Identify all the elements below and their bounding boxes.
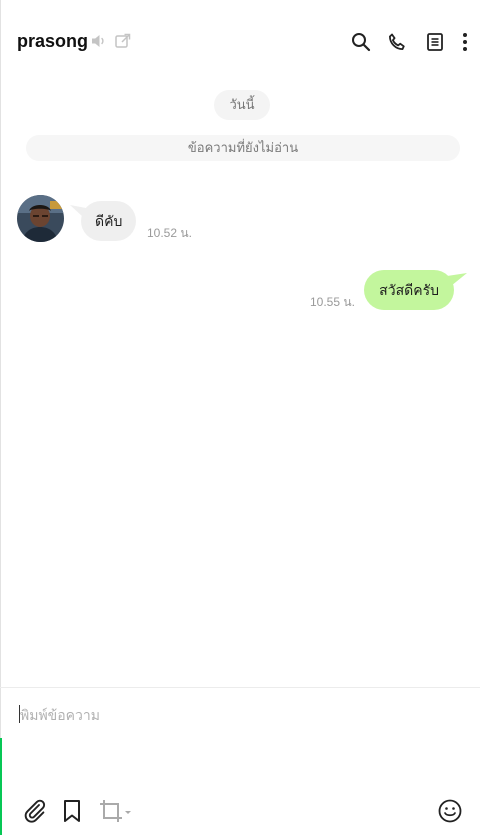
- phone-icon[interactable]: [386, 31, 408, 53]
- search-icon[interactable]: [350, 31, 372, 53]
- message-timestamp: 10.55 น.: [310, 295, 355, 309]
- bookmark-icon[interactable]: [59, 798, 85, 824]
- screen-capture-icon[interactable]: [98, 798, 134, 824]
- composer-divider: [0, 687, 480, 688]
- unread-messages-divider: ข้อความที่ยังไม่อ่าน: [26, 135, 460, 161]
- contact-avatar[interactable]: [17, 195, 64, 242]
- more-menu-icon[interactable]: [455, 31, 475, 53]
- incoming-message-bubble[interactable]: ดีคับ: [81, 201, 137, 241]
- date-separator: วันนี้: [214, 90, 270, 120]
- speaker-muted-icon[interactable]: [90, 32, 108, 50]
- chat-header: prasong: [0, 0, 480, 84]
- message-input[interactable]: [20, 700, 460, 730]
- window-left-border: [0, 0, 1, 835]
- active-panel-accent: [0, 738, 2, 835]
- contact-name[interactable]: prasong: [17, 31, 88, 52]
- notes-icon[interactable]: [424, 31, 446, 53]
- outgoing-message-bubble[interactable]: สวัสดีครับ: [364, 270, 454, 310]
- emoji-icon[interactable]: [437, 798, 463, 824]
- attach-file-icon[interactable]: [22, 798, 48, 824]
- message-timestamp: 10.52 น.: [147, 226, 192, 240]
- external-window-icon[interactable]: [114, 32, 132, 50]
